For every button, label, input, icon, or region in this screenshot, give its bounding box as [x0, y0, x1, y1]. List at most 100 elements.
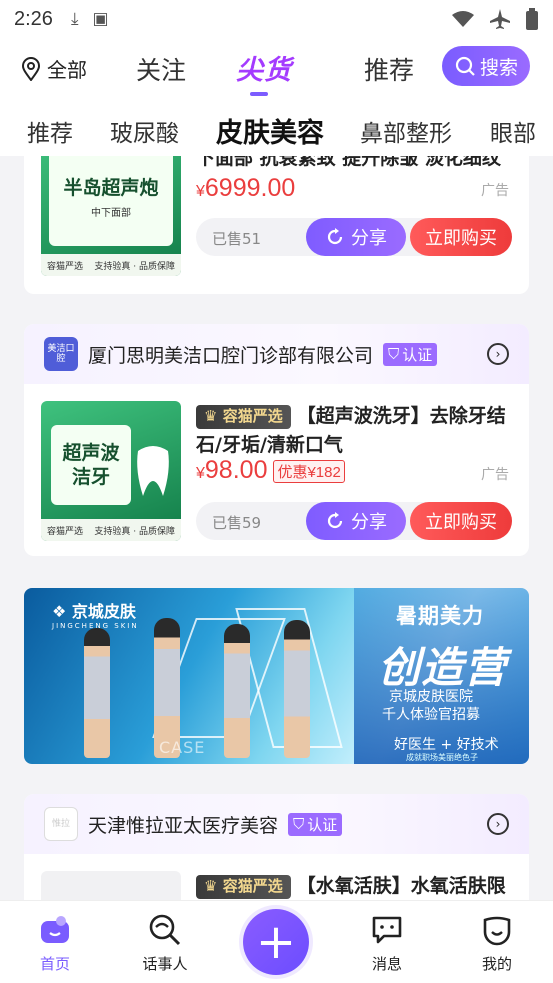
product-price: ¥98.00 优惠¥182: [196, 456, 345, 485]
ad-label: 广告: [481, 467, 509, 483]
model-figure: [224, 624, 250, 758]
banner-sub: 京城皮肤医院 千人体验官招募: [382, 688, 480, 724]
store-header[interactable]: 惟拉 天津惟拉亚太医疗美容 ⛉ 认证 ›: [24, 794, 529, 854]
badge-label: 容猫严选: [222, 407, 283, 425]
rongmao-select-badge: ♛ 容猫严选: [196, 874, 291, 899]
active-tab-indicator: [250, 92, 268, 96]
product-title[interactable]: 下面部 抗衰紧致 提升除皱 淡化细纹: [196, 156, 509, 173]
image-subtitle: 中下面部: [91, 208, 131, 219]
tooth-icon: [137, 446, 169, 496]
app-notification-icon: ▣: [92, 9, 109, 29]
promo-banner[interactable]: ❖ 京城皮肤 JINGCHENG SKIN CASE 暑期美力 创造营 京城皮肤医…: [24, 588, 529, 764]
category-tab[interactable]: 鼻部整形: [360, 114, 452, 148]
profile-face-icon: [483, 916, 511, 946]
ad-label: 广告: [481, 183, 509, 199]
banner-brand: ❖ 京城皮肤 JINGCHENG SKIN: [52, 598, 139, 630]
tab-label: 话事人: [142, 955, 188, 973]
share-label: 分享: [351, 228, 387, 249]
search-button[interactable]: 搜索: [442, 46, 530, 86]
product-card[interactable]: 惟拉 天津惟拉亚太医疗美容 ⛉ 认证 › ♛ 容猫严选 【水氧活肤】水氧活肤限: [24, 794, 529, 900]
airplane-icon: [490, 9, 510, 29]
tab-label: 我的: [481, 955, 512, 973]
brand-logo-icon: ❖: [52, 602, 67, 621]
chevron-right-icon[interactable]: ›: [487, 813, 509, 835]
store-header[interactable]: 美洁口腔 厦门思明美洁口腔门诊部有限公司 ⛉ 认证 ›: [24, 324, 529, 384]
category-tab[interactable]: 眼部: [490, 114, 536, 148]
category-tab-active[interactable]: 皮肤美容: [216, 111, 324, 150]
model-figure: [154, 618, 180, 758]
crown-icon: ♛: [204, 407, 218, 425]
tab-hot-items[interactable]: 尖货: [236, 48, 292, 87]
tab-label: 首页: [39, 955, 70, 973]
share-icon: [327, 512, 343, 529]
location-selector[interactable]: 全部: [20, 54, 87, 83]
action-bar: 已售59 分享 立即购买: [196, 502, 512, 540]
store-name: 天津惟拉亚太医疗美容: [88, 814, 279, 837]
product-title[interactable]: ♛ 容猫严选 【超声波洗牙】去除牙结石/牙垢/清新口气: [196, 402, 509, 460]
action-bar: 已售51 分享 立即购买: [196, 218, 512, 256]
image-footer-right: 支持验真 · 品质保障: [94, 526, 175, 537]
image-footer-right: 支持验真 · 品质保障: [94, 261, 175, 272]
banner-sub-4: 成就职场美丽绝色子: [406, 753, 478, 762]
search-icon: [455, 56, 475, 76]
shield-icon: ⛉: [388, 345, 400, 363]
product-image-placeholder[interactable]: [41, 871, 181, 900]
search-label: 搜索: [479, 56, 518, 79]
app-root: 2:26 ⤓ ▣ 全部 关注 尖货 推荐 搜索 推荐 玻尿酸 皮肤美容 鼻部整形…: [0, 0, 553, 983]
image-title: 超声波洁牙: [62, 442, 120, 488]
product-feed: 半岛超声炮 中下面部 容猫严选 支持验真 · 品质保障 下面部 抗衰紧致 提升除皱…: [0, 156, 553, 900]
category-tab[interactable]: 玻尿酸: [110, 114, 179, 148]
category-tab[interactable]: 推荐: [27, 114, 73, 148]
price-value: 6999.00: [204, 174, 296, 202]
home-icon: [41, 916, 69, 943]
verified-badge: ⛉ 认证: [288, 812, 343, 836]
crown-icon: ♛: [204, 877, 218, 895]
location-label: 全部: [47, 58, 87, 82]
status-right: [451, 8, 539, 30]
tab-label: 消息: [371, 955, 402, 973]
brand-name: 京城皮肤: [71, 602, 136, 621]
store-logo: 惟拉: [44, 807, 78, 841]
tab-recommend[interactable]: 推荐: [364, 51, 414, 87]
verified-badge: ⛉ 认证: [383, 342, 438, 366]
tab-follow[interactable]: 关注: [136, 51, 186, 87]
rongmao-select-badge: ♛ 容猫严选: [196, 404, 291, 429]
tab-messages[interactable]: 消息: [352, 913, 422, 974]
banner-sub-2: 千人体验官招募: [382, 707, 480, 723]
plus-icon: +: [255, 914, 297, 970]
publish-plus-button[interactable]: +: [243, 909, 309, 975]
tab-home[interactable]: 首页: [20, 913, 90, 974]
product-price: ¥6999.00: [196, 174, 295, 203]
coupon-badge: 优惠¥182: [273, 459, 345, 483]
tab-profile[interactable]: 我的: [462, 913, 532, 974]
model-figure: [284, 620, 310, 758]
store-name: 厦门思明美洁口腔门诊部有限公司: [88, 344, 374, 367]
verified-label: 认证: [307, 815, 338, 834]
share-button[interactable]: 分享: [306, 502, 406, 540]
tab-speaker[interactable]: 话事人: [130, 913, 200, 974]
store-logo: 美洁口腔: [44, 337, 78, 371]
image-footer-left: 容猫严选: [47, 526, 84, 537]
sold-count: 已售59: [212, 514, 262, 532]
category-tabs: 推荐 玻尿酸 皮肤美容 鼻部整形 眼部: [0, 100, 553, 156]
product-card[interactable]: 半岛超声炮 中下面部 容猫严选 支持验真 · 品质保障 下面部 抗衰紧致 提升除皱…: [24, 156, 529, 294]
buy-now-button[interactable]: 立即购买: [410, 218, 512, 256]
product-image[interactable]: 半岛超声炮 中下面部 容猫严选 支持验真 · 品质保障: [41, 156, 181, 276]
location-pin-icon: [21, 56, 41, 81]
price-symbol: ¥: [196, 465, 205, 482]
battery-icon: [526, 8, 538, 30]
share-button[interactable]: 分享: [306, 218, 406, 256]
product-card[interactable]: 美洁口腔 厦门思明美洁口腔门诊部有限公司 ⛉ 认证 › 超声波洁牙 容猫严选 支持验…: [24, 324, 529, 556]
top-nav: 全部 关注 尖货 推荐 搜索: [0, 38, 553, 100]
product-image[interactable]: 超声波洁牙 容猫严选 支持验真 · 品质保障: [41, 401, 181, 541]
chevron-right-icon[interactable]: ›: [487, 343, 509, 365]
buy-now-button[interactable]: 立即购买: [410, 502, 512, 540]
share-icon: [327, 228, 343, 245]
title-text: 【水氧活肤】水氧活肤限: [296, 875, 506, 897]
banner-sub-1: 京城皮肤医院: [389, 689, 473, 705]
chat-icon: [372, 916, 402, 944]
status-time: 2:26: [14, 7, 53, 30]
banner-copy: 暑期美力 创造营 京城皮肤医院 千人体验官招募 好医生 + 好技术 成就职场美丽绝…: [354, 588, 529, 764]
product-title[interactable]: ♛ 容猫严选 【水氧活肤】水氧活肤限: [196, 872, 509, 900]
brand-en: JINGCHENG SKIN: [52, 622, 139, 630]
